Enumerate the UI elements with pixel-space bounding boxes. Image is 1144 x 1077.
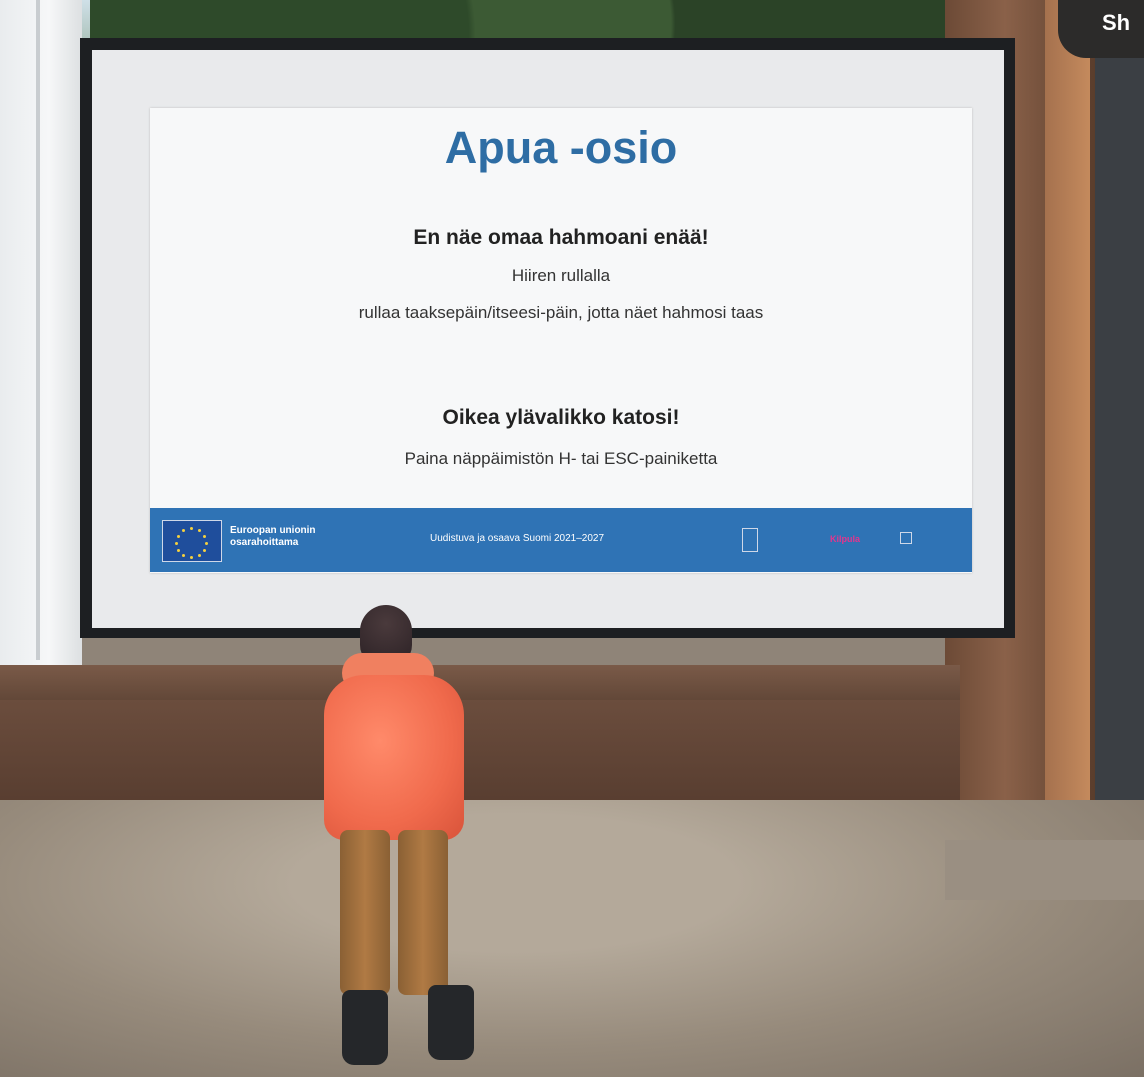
section1-line1: Hiiren rullalla (511, 266, 611, 285)
eu-label-line2: osarahoittama (230, 537, 299, 548)
avatar-pants-right (398, 830, 448, 995)
slide-title: Apua -osio (444, 122, 678, 173)
section2-heading: Oikea ylävalikko katosi! (442, 406, 680, 429)
avatar-boot-right (428, 985, 474, 1060)
left-wall-edge (36, 0, 40, 660)
kilpula-logo: Kilpula (830, 534, 861, 544)
avatar-pants-left (340, 830, 390, 995)
right-beam-highlight (1045, 0, 1090, 860)
floor-far (945, 840, 1144, 900)
partner-logo-icon (742, 528, 758, 552)
funding-footer-bar: Euroopan unionin osarahoittama Uudistuva… (150, 508, 972, 572)
partner-logo2-icon (900, 532, 912, 544)
section1-line2: rullaa taaksepäin/itseesi-päin, jotta nä… (358, 303, 764, 322)
program-label: Uudistuva ja osaava Suomi 2021–2027 (430, 533, 605, 544)
eu-flag-icon (162, 520, 222, 562)
share-button-label[interactable]: Sh (1102, 10, 1130, 36)
eu-label-line1: Euroopan unionin (230, 525, 316, 536)
avatar-boot-left (342, 990, 388, 1065)
avatar-jacket (324, 675, 464, 840)
section1-heading: En näe omaa hahmoani enää! (413, 226, 709, 249)
share-button[interactable] (1058, 0, 1144, 58)
right-dark-wall (1095, 0, 1144, 860)
eu-funding-label: Euroopan unionin osarahoittama (230, 525, 316, 549)
avatar (320, 605, 490, 1075)
left-wall (0, 0, 82, 700)
help-slide: Apua -osio En näe omaa hahmoani enää! Hi… (150, 108, 972, 573)
section2-line1: Paina näppäimistön H- tai ESC-painiketta (404, 449, 718, 468)
